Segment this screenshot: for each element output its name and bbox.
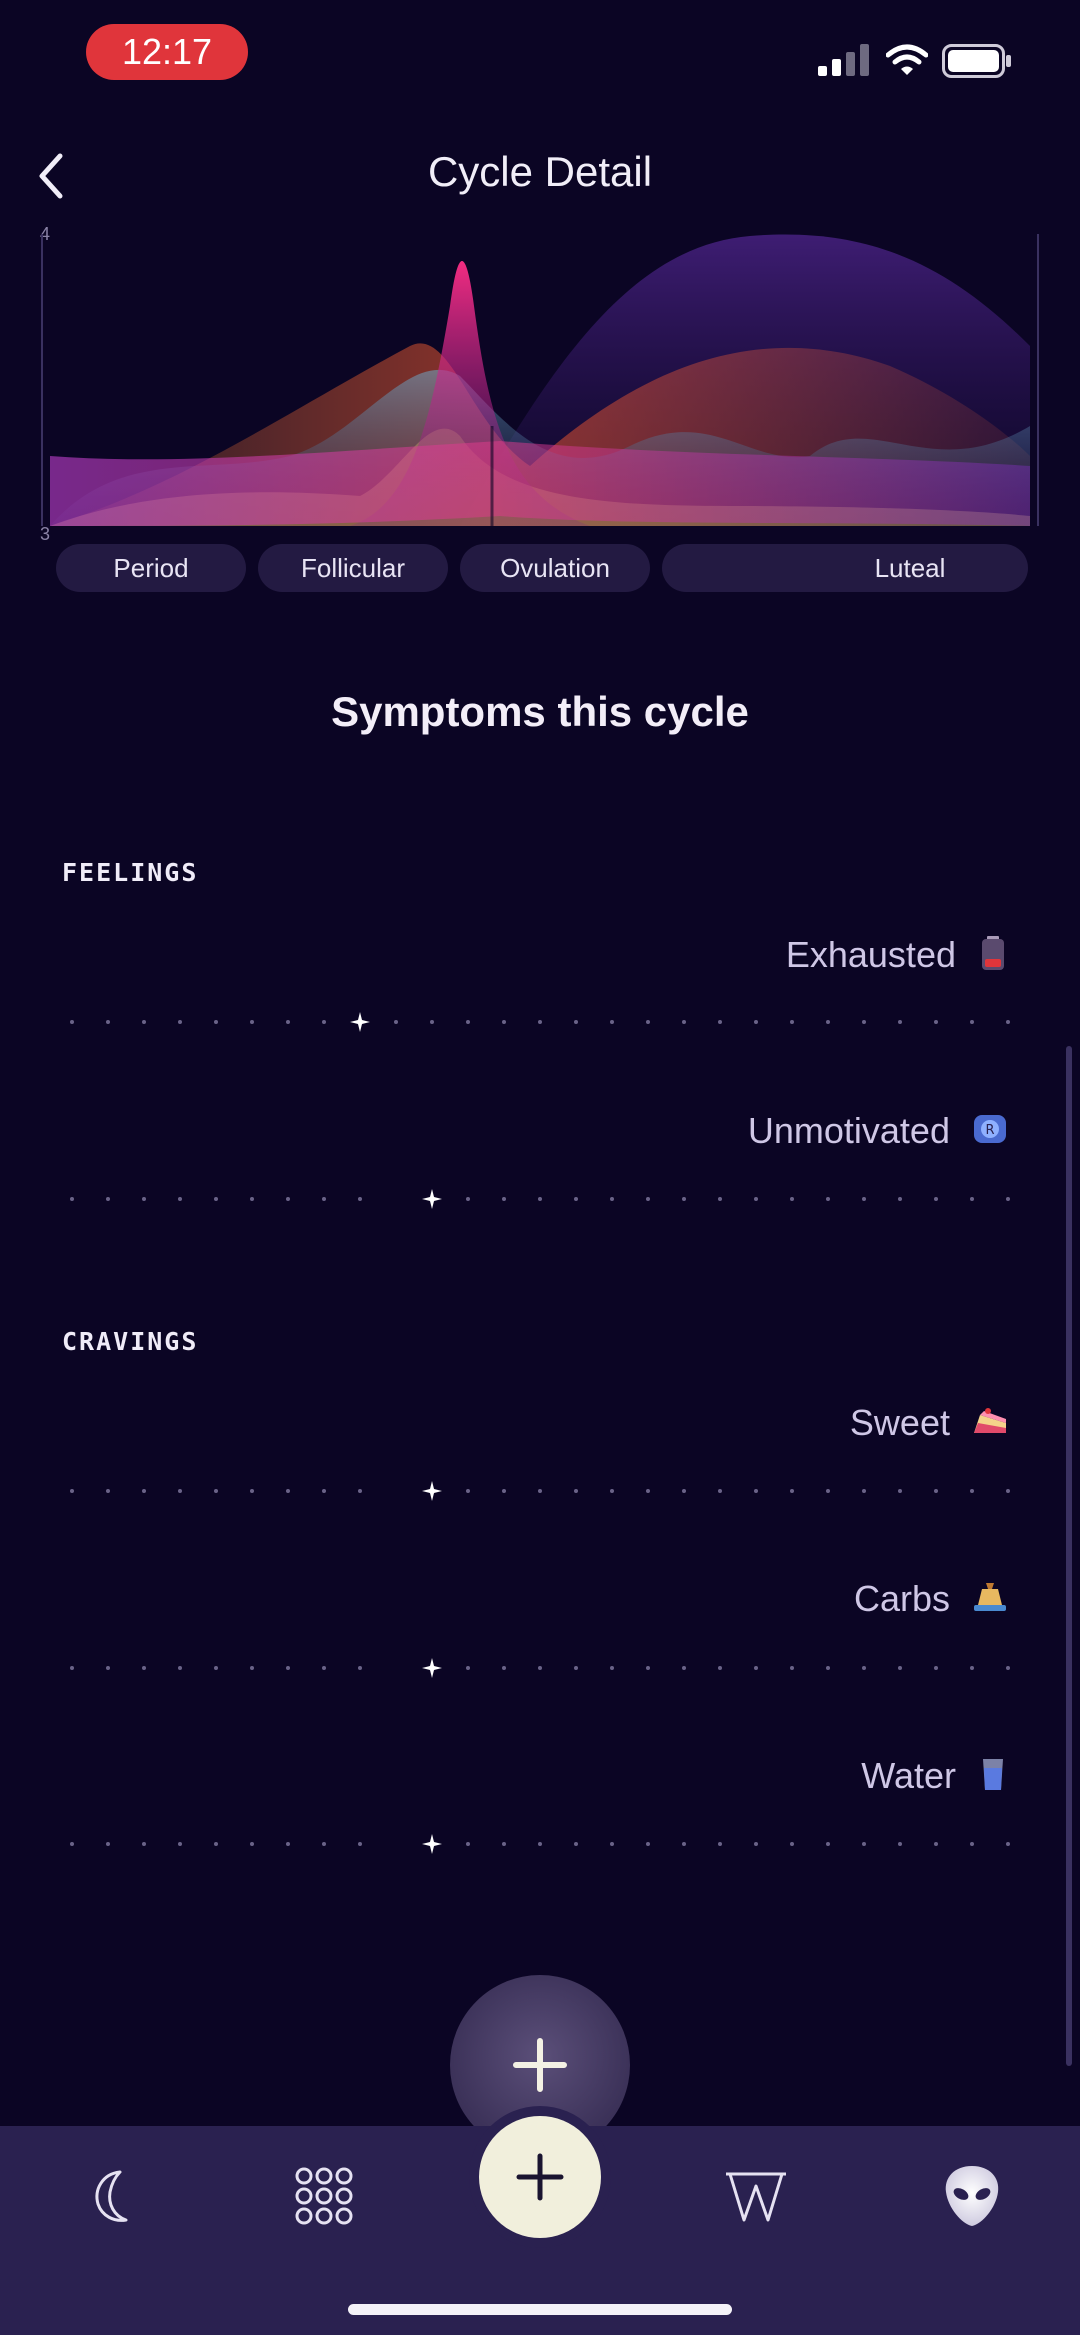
sparkle-marker-icon [422,1834,442,1854]
battery-icon [942,44,1011,78]
symptom-sweet[interactable]: Sweet [850,1402,1008,1444]
symptom-label: Exhausted [785,934,956,975]
symptom-track [70,1834,1010,1854]
carbs-emoji-icon [974,1583,1006,1611]
home-indicator [348,2304,732,2315]
page-title: Cycle Detail [427,148,653,195]
symptoms-section-title: Symptoms this cycle [331,688,749,735]
group-title-feelings: FEELINGS [62,858,199,887]
phase-ovulation[interactable]: Ovulation [460,544,650,592]
symptom-unmotivated[interactable]: Unmotivated R [748,1110,1008,1152]
phase-luteal[interactable]: Luteal [662,544,1028,592]
unmotivated-emoji-icon: R [974,1115,1006,1143]
water-glass-emoji-icon [983,1759,1003,1790]
symptom-label: Water [861,1755,956,1796]
symptom-label: Unmotivated [747,1110,950,1151]
phase-period[interactable]: Period [56,544,246,592]
grid-icon[interactable] [288,2160,360,2232]
status-time: 12:17 [86,24,248,80]
w-icon[interactable] [720,2160,792,2232]
sparkle-marker-icon [350,1012,370,1032]
symptom-label: Sweet [849,1402,950,1443]
cycle-chart [41,234,1039,556]
symptom-label: Carbs [853,1578,950,1619]
symptom-exhausted[interactable]: Exhausted [786,934,1008,976]
phase-follicular[interactable]: Follicular [258,544,448,592]
signal-icon [818,44,869,76]
moon-icon[interactable] [74,2160,146,2232]
scrollbar[interactable] [1066,1046,1072,2066]
symptom-track [70,1189,1010,1209]
symptom-track [70,1012,1010,1032]
sparkle-marker-icon [422,1189,442,1209]
alien-icon[interactable] [936,2160,1008,2232]
symptom-track [70,1658,1010,1678]
wifi-icon [886,44,928,75]
battery-emoji-icon [982,936,1004,970]
svg-text:R: R [985,1123,994,1138]
sparkle-marker-icon [422,1481,442,1501]
sparkle-marker-icon [422,1658,442,1678]
group-title-cravings: CRAVINGS [62,1327,199,1356]
symptom-carbs[interactable]: Carbs [854,1578,1008,1620]
add-icon [516,2153,564,2201]
cake-emoji-icon [974,1408,1006,1433]
symptom-water[interactable]: Water [861,1755,1008,1797]
symptom-track [70,1481,1010,1501]
